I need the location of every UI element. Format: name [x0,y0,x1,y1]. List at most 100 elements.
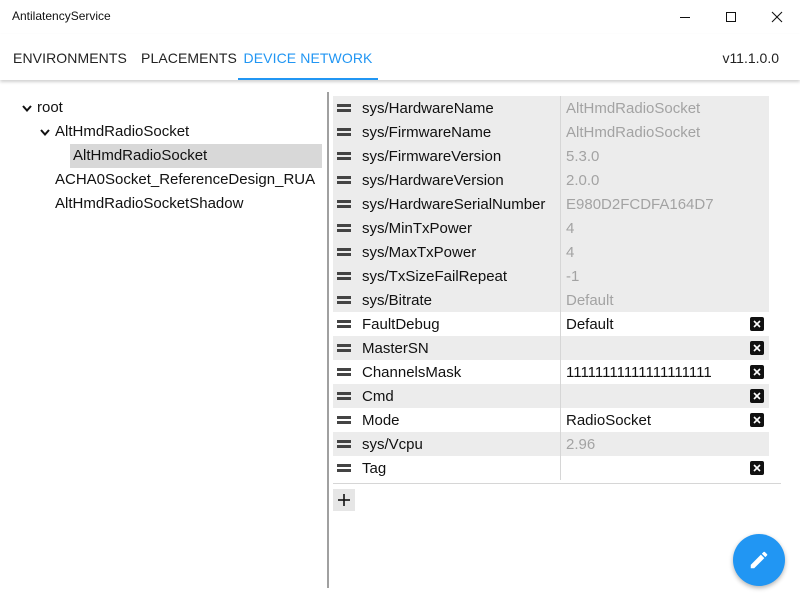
property-row: sys/TxSizeFailRepeat -1 [333,264,769,288]
tree-node-acha0socket[interactable]: ACHA0Socket_ReferenceDesign_RUA [55,168,315,192]
drag-handle-icon[interactable] [337,463,351,473]
property-key: ChannelsMask [362,364,462,381]
delete-property-button[interactable] [750,365,764,379]
chevron-down-icon[interactable] [20,96,34,120]
delete-icon [753,464,761,472]
property-value: 5.3.0 [566,148,600,165]
drag-handle-icon[interactable] [337,343,351,353]
tree-node-root[interactable]: root [37,96,63,120]
property-value[interactable] [566,456,746,480]
pane-divider[interactable] [327,92,329,588]
close-icon [771,11,783,23]
add-property-button[interactable] [333,489,355,511]
property-key: sys/TxSizeFailRepeat [362,268,508,285]
column-separator [560,384,561,408]
property-value[interactable] [566,336,746,360]
property-key: sys/HardwareVersion [362,172,504,189]
property-value: 4 [566,220,575,237]
delete-icon [753,416,761,424]
column-separator [560,96,561,120]
minimize-icon [680,17,690,18]
tree-node-selected[interactable]: AltHmdRadioSocket [70,144,322,168]
version-label: v11.1.0.0 [722,50,779,66]
edit-fab-button[interactable] [733,534,785,586]
delete-icon [753,344,761,352]
column-separator [560,240,561,264]
column-separator [560,192,561,216]
property-row: sys/HardwareName AltHmdRadioSocket [333,96,769,120]
column-separator [560,288,561,312]
property-value: 4 [566,244,575,261]
drag-handle-icon[interactable] [337,223,351,233]
maximize-button[interactable] [708,0,754,34]
column-separator [560,432,561,456]
property-value: AltHmdRadioSocket [566,124,701,141]
drag-handle-icon[interactable] [337,199,351,209]
plus-icon [338,494,350,506]
property-row: Cmd [333,384,769,408]
drag-handle-icon[interactable] [337,295,351,305]
property-value[interactable]: Default [566,312,746,336]
drag-handle-icon[interactable] [337,175,351,185]
property-key: sys/Bitrate [362,292,433,309]
property-value[interactable]: RadioSocket [566,408,746,432]
drag-handle-icon[interactable] [337,271,351,281]
property-value: 2.0.0 [566,172,600,189]
property-value: Default [566,292,614,309]
property-key: sys/MinTxPower [362,220,473,237]
property-value: -1 [566,268,580,285]
delete-property-button[interactable] [750,461,764,475]
drag-handle-icon[interactable] [337,319,351,329]
delete-property-button[interactable] [750,389,764,403]
tab-device-network[interactable]: DEVICE NETWORK [238,34,378,80]
property-key: sys/HardwareName [362,100,494,117]
property-value: AltHmdRadioSocket [566,100,701,117]
close-button[interactable] [754,0,800,34]
pencil-icon [750,551,768,569]
column-separator [560,168,561,192]
drag-handle-icon[interactable] [337,367,351,377]
delete-property-button[interactable] [750,341,764,355]
column-separator [560,144,561,168]
delete-icon [753,392,761,400]
column-separator [560,360,561,384]
tab-bar: ENVIRONMENTS PLACEMENTS DEVICE NETWORK v… [0,34,800,80]
property-row: sys/HardwareVersion 2.0.0 [333,168,769,192]
property-row: sys/FirmwareName AltHmdRadioSocket [333,120,769,144]
delete-icon [753,320,761,328]
property-row: sys/FirmwareVersion 5.3.0 [333,144,769,168]
column-separator [560,456,561,480]
tree-node-shadow[interactable]: AltHmdRadioSocketShadow [55,192,243,216]
chevron-down-icon[interactable] [38,120,52,144]
delete-property-button[interactable] [750,317,764,331]
property-row: MasterSN [333,336,769,360]
property-row: sys/HardwareSerialNumber E980D2FCDFA164D7 [333,192,769,216]
property-row: sys/MaxTxPower 4 [333,240,769,264]
tab-placements[interactable]: PLACEMENTS [141,34,237,80]
drag-handle-icon[interactable] [337,127,351,137]
drag-handle-icon[interactable] [337,439,351,449]
drag-handle-icon[interactable] [337,151,351,161]
property-key: sys/FirmwareVersion [362,148,502,165]
delete-property-button[interactable] [750,413,764,427]
property-key: MasterSN [362,340,429,357]
active-tab-indicator [238,78,378,80]
tree-node-althmdradiosocket[interactable]: AltHmdRadioSocket [55,120,189,144]
property-key: sys/HardwareSerialNumber [362,196,546,213]
property-value: 2.96 [566,436,596,453]
property-row: Tag [333,456,769,480]
drag-handle-icon[interactable] [337,247,351,257]
property-grid: sys/HardwareName AltHmdRadioSocket sys/Fir… [333,96,769,480]
property-key: FaultDebug [362,316,440,333]
property-key: sys/MaxTxPower [362,244,477,261]
drag-handle-icon[interactable] [337,103,351,113]
property-value[interactable]: 11111111111111111111 [566,360,746,384]
drag-handle-icon[interactable] [337,415,351,425]
drag-handle-icon[interactable] [337,391,351,401]
minimize-button[interactable] [662,0,708,34]
tab-environments[interactable]: ENVIRONMENTS [13,34,127,80]
property-value[interactable] [566,384,746,408]
property-key: sys/FirmwareName [362,124,492,141]
window-title: AntilatencyService [12,9,111,23]
property-key: Mode [362,412,400,429]
